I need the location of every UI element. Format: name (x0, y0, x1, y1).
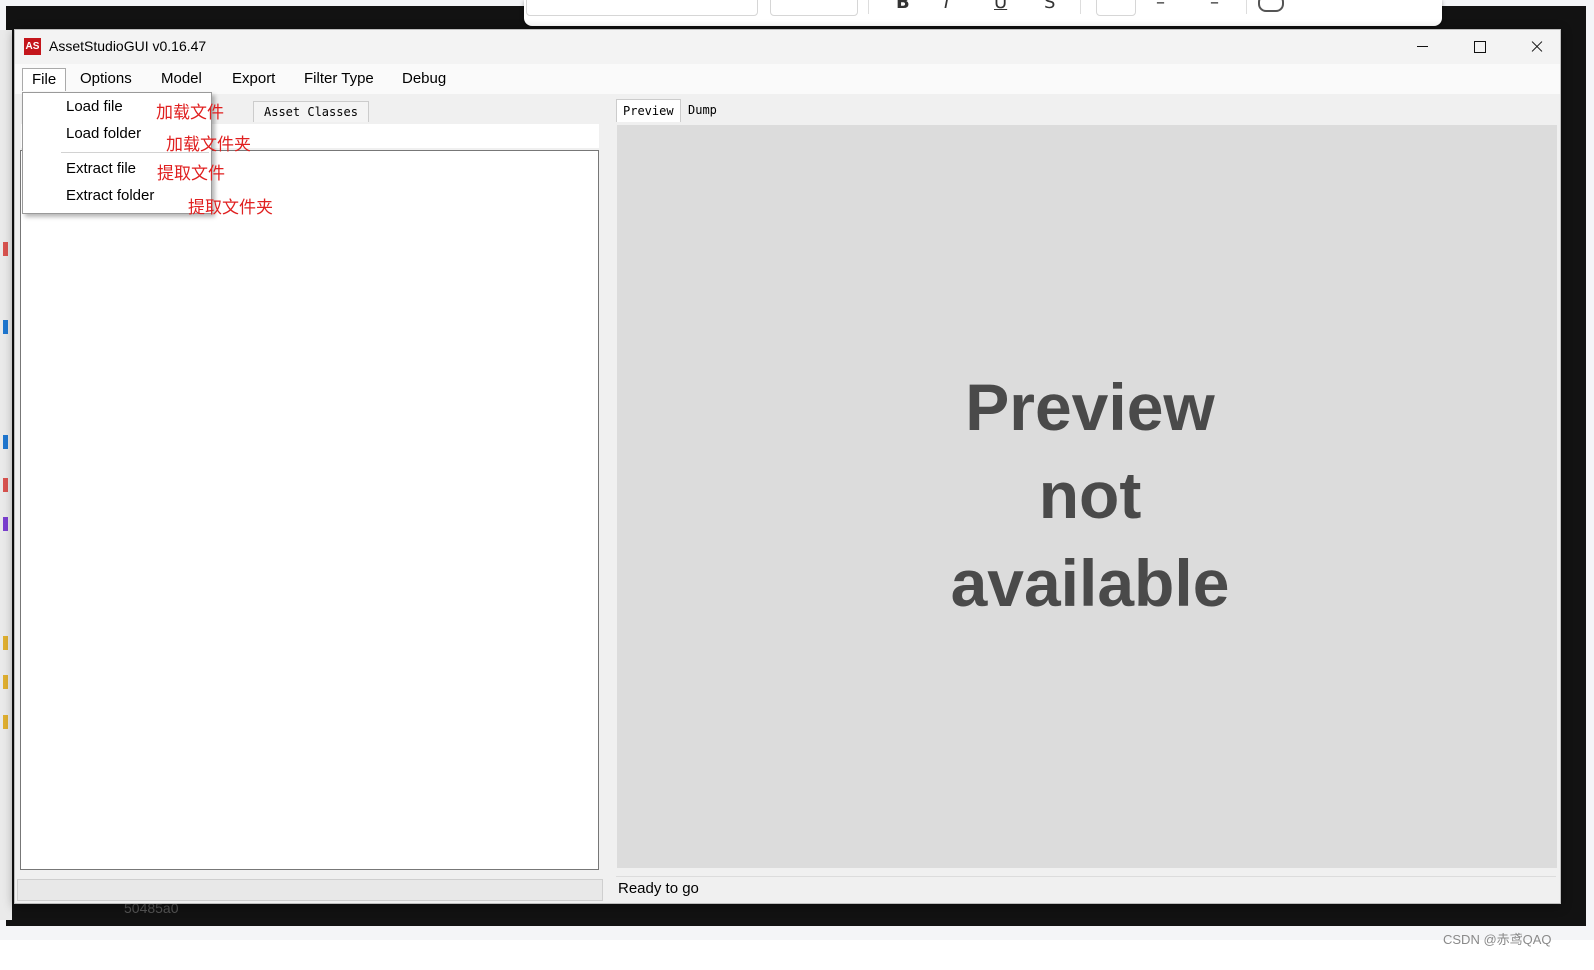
menu-file[interactable]: File (22, 68, 67, 91)
bold-icon[interactable]: B (896, 0, 910, 13)
edge-marker (3, 636, 8, 650)
maximize-button[interactable] (1452, 30, 1508, 64)
edge-marker (3, 435, 8, 449)
toolbar-separator (1246, 0, 1247, 14)
app-icon: AS (24, 38, 41, 55)
menu-debug[interactable]: Debug (402, 70, 446, 87)
toolbar-separator (1080, 0, 1081, 14)
toolbar-separator (868, 0, 869, 14)
edge-marker (3, 517, 8, 531)
edge-marker (3, 478, 8, 492)
preview-line-2: not (1038, 458, 1142, 532)
status-bar: Ready to go (616, 876, 1556, 901)
maximize-icon (1474, 41, 1486, 53)
menu-export[interactable]: Export (232, 70, 275, 87)
edge-marker (3, 320, 8, 334)
progress-bar (17, 879, 603, 901)
watermark: CSDN @赤鸢QAQ (1443, 932, 1552, 947)
menu-options[interactable]: Options (80, 70, 132, 87)
annotation-load-file: 加载文件 (156, 103, 224, 123)
editor-toolbar-fragment: B I U S – – (524, 0, 1442, 26)
background-window-edge (0, 30, 12, 920)
minimize-icon (1417, 46, 1428, 47)
toolbar-field[interactable] (526, 0, 758, 16)
minimize-button[interactable] (1395, 30, 1451, 64)
menu-filter-type[interactable]: Filter Type (304, 70, 374, 87)
menu-item-extract-folder[interactable]: Extract folder (66, 187, 154, 204)
asset-list-view[interactable] (20, 150, 599, 870)
menu-item-load-folder[interactable]: Load folder (66, 125, 141, 142)
preview-message: Preview not available (617, 363, 1563, 627)
title-bar[interactable]: AS AssetStudioGUI v0.16.47 (15, 30, 1560, 64)
underline-icon[interactable]: U (994, 0, 1007, 13)
tab-dump[interactable]: Dump (682, 99, 723, 121)
edge-marker (3, 242, 8, 256)
annotation-load-folder: 加载文件夹 (166, 135, 251, 155)
italic-icon[interactable]: I (944, 0, 949, 13)
edge-marker (3, 715, 8, 729)
annotation-extract-file: 提取文件 (157, 164, 225, 184)
align-center-icon[interactable]: – (1156, 0, 1165, 13)
menu-bar: File Options Model Export Filter Type De… (15, 64, 1560, 94)
status-text: Ready to go (618, 880, 699, 897)
window-title: AssetStudioGUI v0.16.47 (49, 38, 207, 54)
page-bottom (0, 940, 1594, 970)
menu-item-extract-file[interactable]: Extract file (66, 160, 136, 177)
align-right-icon[interactable]: – (1210, 0, 1219, 13)
toggle-switch-icon[interactable] (1258, 0, 1284, 12)
menu-model[interactable]: Model (161, 70, 202, 87)
preview-panel: Preview not available (617, 125, 1557, 868)
tab-preview[interactable]: Preview (616, 99, 681, 122)
align-left-icon[interactable] (1096, 0, 1136, 16)
preview-line-1: Preview (965, 370, 1215, 444)
strikethrough-icon[interactable]: S (1044, 0, 1055, 13)
close-button[interactable] (1509, 30, 1565, 64)
preview-line-3: available (950, 546, 1230, 620)
tab-asset-classes[interactable]: Asset Classes (253, 101, 369, 122)
menu-item-load-file[interactable]: Load file (66, 98, 123, 115)
annotation-extract-folder: 提取文件夹 (188, 198, 273, 218)
right-tab-strip: Preview Dump (616, 99, 1556, 122)
toolbar-field[interactable] (770, 0, 858, 16)
edge-marker (3, 675, 8, 689)
asset-studio-window: AS AssetStudioGUI v0.16.47 File Options … (14, 29, 1561, 904)
